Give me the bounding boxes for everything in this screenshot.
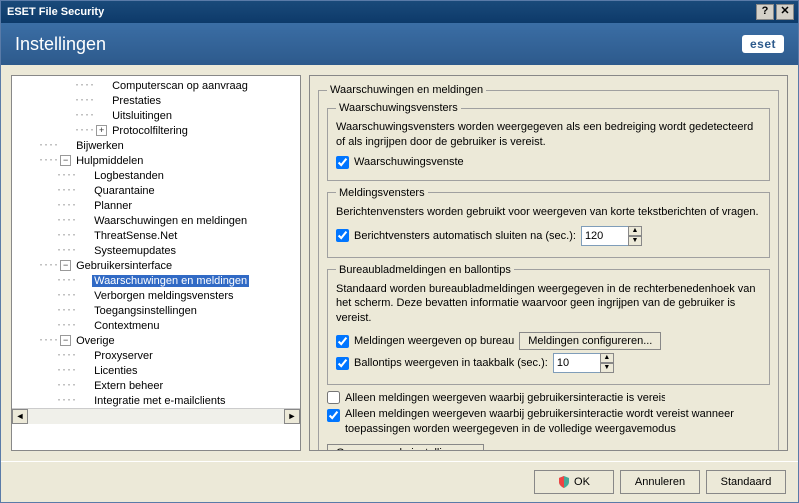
settings-tree[interactable]: ····Computerscan op aanvraag····Prestati… xyxy=(12,78,300,408)
tree-item[interactable]: ····Waarschuwingen en meldingen xyxy=(12,213,300,228)
tree-item-label[interactable]: Bijwerken xyxy=(74,140,126,152)
tree-item-label[interactable]: Toegangsinstellingen xyxy=(92,305,199,317)
only-fullscreen-label: Alleen meldingen weergeven waarbij gebru… xyxy=(345,407,770,437)
tree-item-label[interactable]: Integratie met e-mailclients xyxy=(92,395,227,407)
tree-item[interactable]: ····−Gebruikersinterface xyxy=(12,258,300,273)
desktop-notify-group: Bureaubladmeldingen en ballontips Standa… xyxy=(327,264,770,386)
configure-notifications-button[interactable]: Meldingen configureren... xyxy=(519,332,661,350)
eset-logo: eset xyxy=(742,35,784,53)
titlebar: ESET File Security ? ✕ xyxy=(1,1,798,23)
tree-item-label[interactable]: Contextmenu xyxy=(92,320,161,332)
tree-item-label[interactable]: Logbestanden xyxy=(92,170,166,182)
only-fullscreen-checkbox[interactable] xyxy=(327,409,340,422)
tree-item[interactable]: ····−Hulpmiddelen xyxy=(12,153,300,168)
desktop-notify-desc: Standaard worden bureaubladmeldingen wee… xyxy=(336,282,761,327)
main-legend: Waarschuwingen en meldingen xyxy=(327,84,486,96)
tree-item[interactable]: ····Integratie met e-mailclients xyxy=(12,393,300,408)
close-button[interactable]: ✕ xyxy=(776,4,794,20)
balloon-seconds-input[interactable] xyxy=(553,353,601,373)
desktop-notify-legend: Bureaubladmeldingen en ballontips xyxy=(336,264,514,276)
tree-item[interactable]: ····+Protocolfiltering xyxy=(12,123,300,138)
tree-item[interactable]: ····Logbestanden xyxy=(12,168,300,183)
show-balloons-checkbox[interactable] xyxy=(336,357,349,370)
tree-item-label[interactable]: Systeemupdates xyxy=(92,245,178,257)
tree-item[interactable]: ····Verborgen meldingsvensters xyxy=(12,288,300,303)
tree-item-label[interactable]: Extern beheer xyxy=(92,380,165,392)
tree-item-label[interactable]: Hulpmiddelen xyxy=(74,155,145,167)
only-interaction-checkbox[interactable] xyxy=(327,391,340,404)
notify-windows-group: Meldingsvensters Berichtenvensters worde… xyxy=(327,187,770,258)
balloon-up-icon[interactable]: ▲ xyxy=(600,353,614,363)
autoclose-up-icon[interactable]: ▲ xyxy=(628,226,642,236)
autoclose-down-icon[interactable]: ▼ xyxy=(628,236,642,246)
shield-icon xyxy=(558,476,570,488)
window-title: ESET File Security xyxy=(5,6,754,18)
tree-item-label[interactable]: Verborgen meldingsvensters xyxy=(92,290,235,302)
warning-windows-desc: Waarschuwingsvensters worden weergegeven… xyxy=(336,120,761,150)
default-button[interactable]: Standaard xyxy=(706,470,786,494)
show-desktop-label: Meldingen weergeven op bureau xyxy=(354,335,514,347)
tree-item[interactable]: ····Uitsluitingen xyxy=(12,108,300,123)
tree-item[interactable]: ····Extern beheer xyxy=(12,378,300,393)
tree-item[interactable]: ····ThreatSense.Net xyxy=(12,228,300,243)
tree-item[interactable]: ····Toegangsinstellingen xyxy=(12,303,300,318)
tree-item-label[interactable]: Planner xyxy=(92,200,134,212)
scroll-right-icon[interactable]: ► xyxy=(284,409,300,424)
expand-icon[interactable]: + xyxy=(96,125,107,136)
warning-windows-group: Waarschuwingsvensters Waarschuwingsvenst… xyxy=(327,102,770,181)
tree-item-label[interactable]: Waarschuwingen en meldingen xyxy=(92,275,249,287)
autoclose-label: Berichtvensters automatisch sluiten na (… xyxy=(354,230,576,242)
tree-item-label[interactable]: Computerscan op aanvraag xyxy=(110,80,250,92)
tree-item[interactable]: ····Quarantaine xyxy=(12,183,300,198)
balloon-down-icon[interactable]: ▼ xyxy=(600,363,614,373)
tree-item[interactable]: ····−Overige xyxy=(12,333,300,348)
tree-item[interactable]: ····Systeemupdates xyxy=(12,243,300,258)
main-group: Waarschuwingen en meldingen Waarschuwing… xyxy=(318,84,779,451)
tree-pane: ····Computerscan op aanvraag····Prestati… xyxy=(11,75,301,451)
tree-item[interactable]: ····Contextmenu xyxy=(12,318,300,333)
tree-item-label[interactable]: Gebruikersinterface xyxy=(74,260,174,272)
collapse-icon[interactable]: − xyxy=(60,335,71,346)
footer: OK Annuleren Standaard xyxy=(1,461,798,502)
help-button[interactable]: ? xyxy=(756,4,774,20)
tree-item[interactable]: ····Planner xyxy=(12,198,300,213)
tree-item[interactable]: ····Proxyserver xyxy=(12,348,300,363)
tree-item[interactable]: ····Licenties xyxy=(12,363,300,378)
tree-item-label[interactable]: Protocolfiltering xyxy=(110,125,190,137)
notify-windows-desc: Berichtenvensters worden gebruikt voor w… xyxy=(336,205,761,220)
show-warnings-label: Waarschuwingsvensters weergeven xyxy=(354,156,464,168)
cancel-button[interactable]: Annuleren xyxy=(620,470,700,494)
scroll-left-icon[interactable]: ◄ xyxy=(12,409,28,424)
autoclose-checkbox[interactable] xyxy=(336,229,349,242)
tree-item[interactable]: ····Computerscan op aanvraag xyxy=(12,78,300,93)
collapse-icon[interactable]: − xyxy=(60,155,71,166)
ok-label: OK xyxy=(574,476,590,488)
tree-item-label[interactable]: Uitsluitingen xyxy=(110,110,174,122)
autoclose-seconds-input[interactable] xyxy=(581,226,629,246)
ok-button[interactable]: OK xyxy=(534,470,614,494)
tree-item-label[interactable]: ThreatSense.Net xyxy=(92,230,179,242)
collapse-icon[interactable]: − xyxy=(60,260,71,271)
tree-item[interactable]: ····Prestaties xyxy=(12,93,300,108)
tree-item-label[interactable]: Prestaties xyxy=(110,95,163,107)
header: Instellingen eset xyxy=(1,23,798,65)
advanced-settings-button[interactable]: Geavanceerde instellingen... xyxy=(327,444,484,451)
show-balloons-label: Ballontips weergeven in taakbalk (sec.): xyxy=(354,357,548,369)
page-title: Instellingen xyxy=(15,34,106,55)
only-interaction-label: Alleen meldingen weergeven waarbij gebru… xyxy=(345,392,665,404)
tree-item-label[interactable]: Licenties xyxy=(92,365,139,377)
notify-windows-legend: Meldingsvensters xyxy=(336,187,428,199)
tree-item-label[interactable]: Overige xyxy=(74,335,117,347)
tree-item-label[interactable]: Waarschuwingen en meldingen xyxy=(92,215,249,227)
warning-windows-legend: Waarschuwingsvensters xyxy=(336,102,461,114)
show-warnings-checkbox[interactable] xyxy=(336,156,349,169)
tree-h-scrollbar[interactable]: ◄ ► xyxy=(12,408,300,424)
tree-item-label[interactable]: Quarantaine xyxy=(92,185,157,197)
tree-item[interactable]: ····Waarschuwingen en meldingen xyxy=(12,273,300,288)
form-pane: Waarschuwingen en meldingen Waarschuwing… xyxy=(309,75,788,451)
show-desktop-checkbox[interactable] xyxy=(336,335,349,348)
tree-item-label[interactable]: Proxyserver xyxy=(92,350,155,362)
tree-item[interactable]: ····Bijwerken xyxy=(12,138,300,153)
